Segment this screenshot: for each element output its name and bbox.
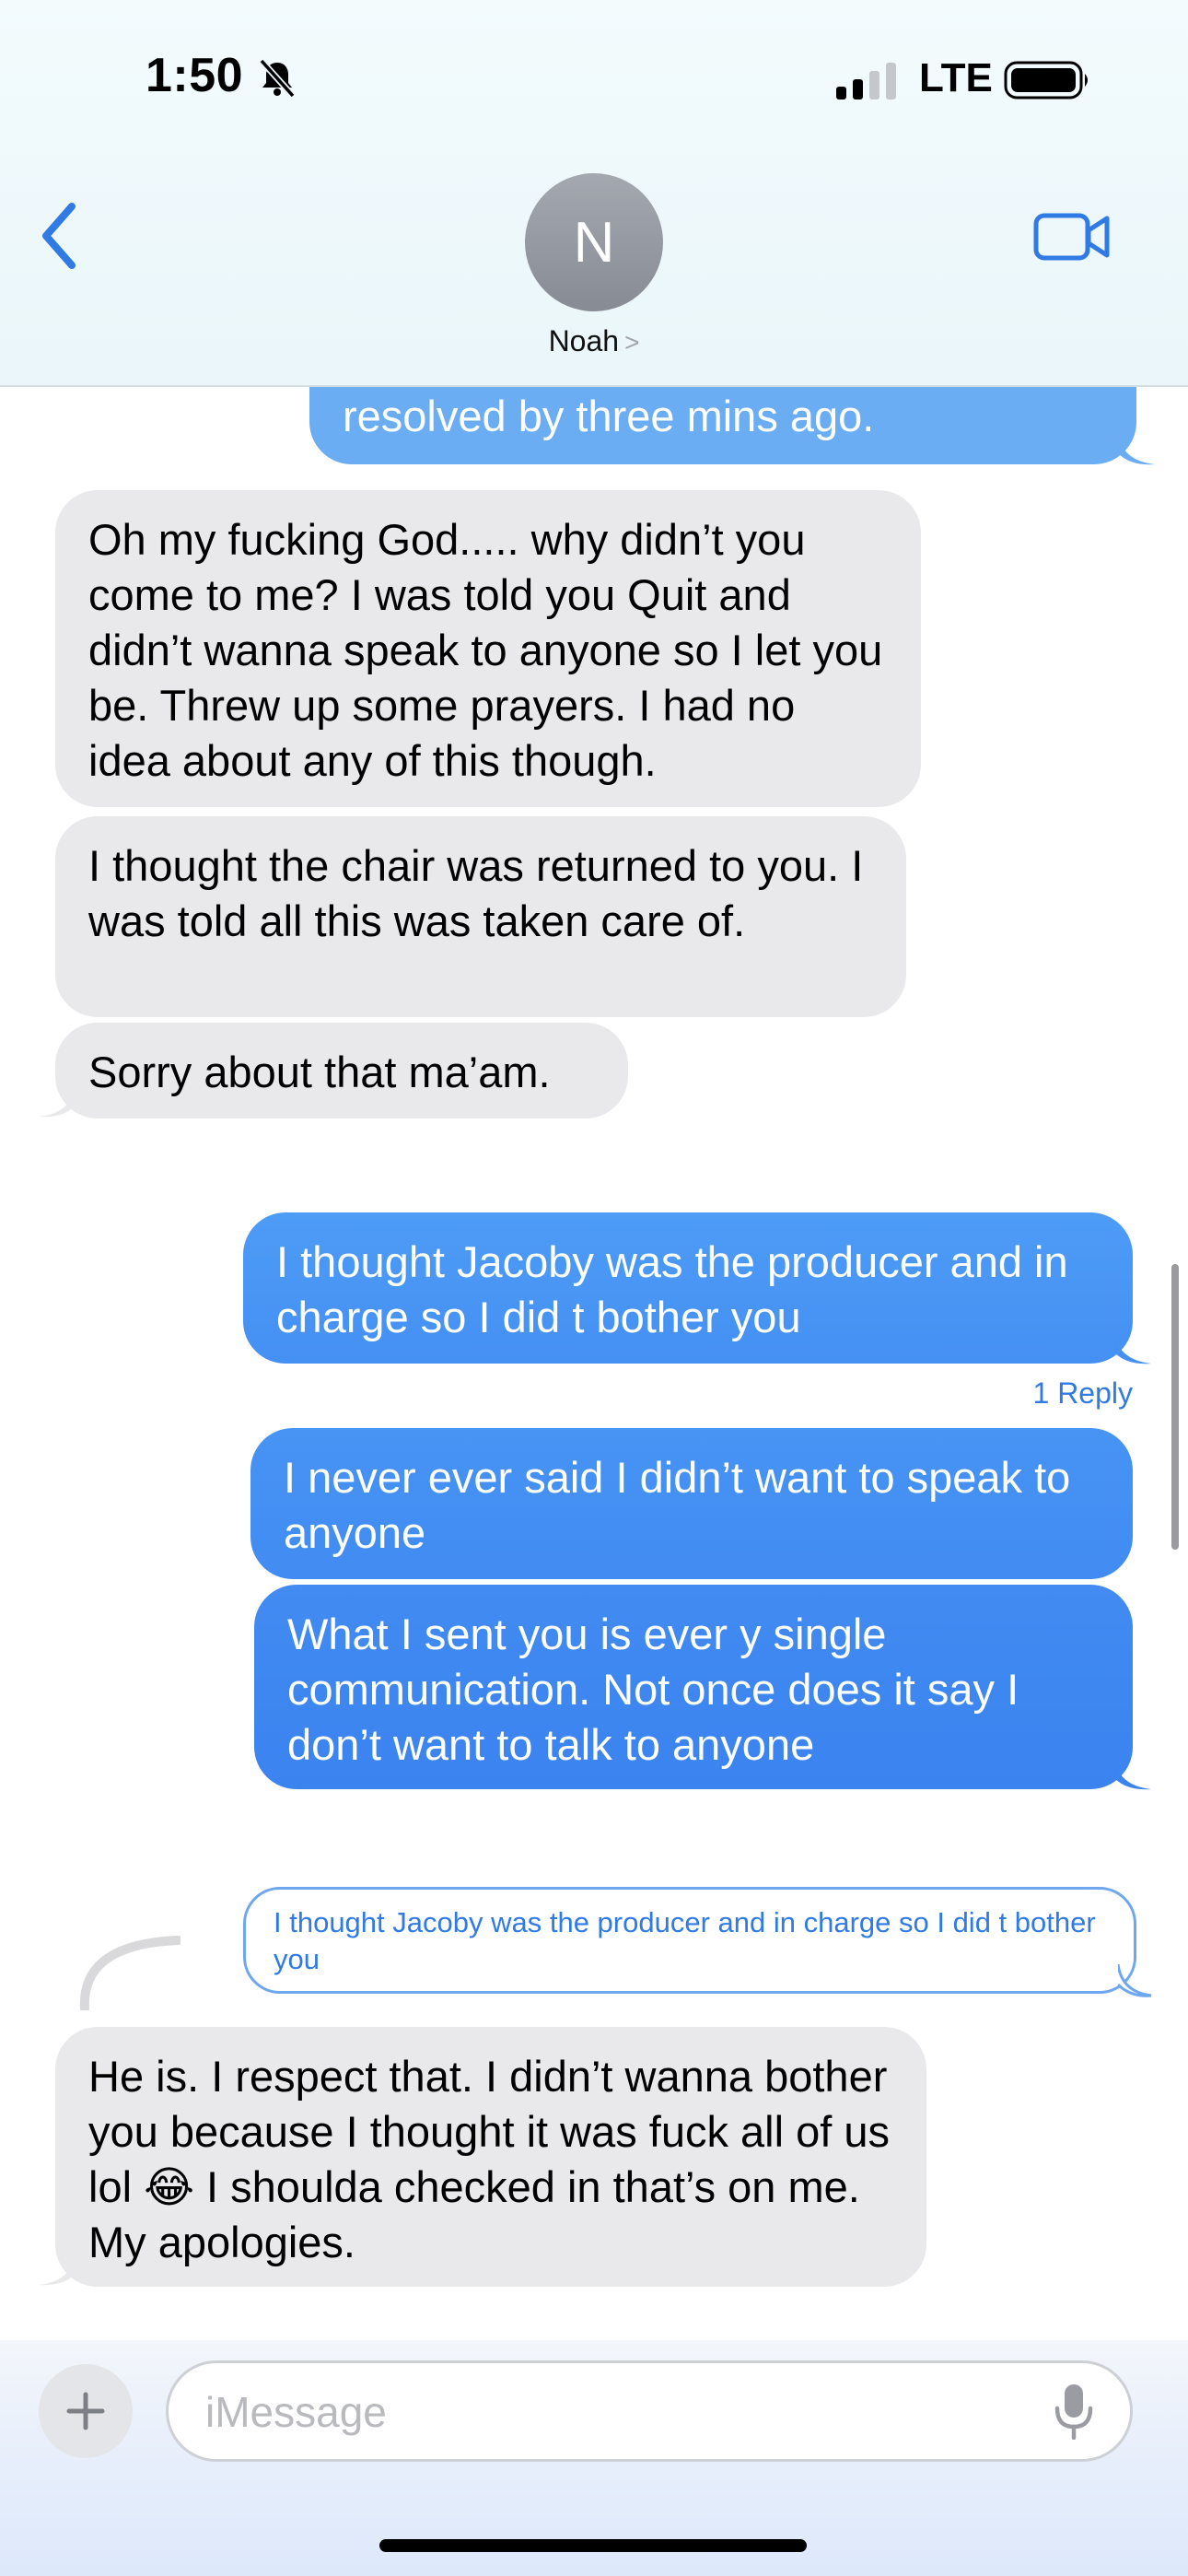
bubble-tail <box>1114 1758 1151 1790</box>
outgoing-message[interactable]: I thought Jacoby was the producer and in… <box>243 1212 1133 1364</box>
imessage-input[interactable]: iMessage <box>166 2360 1133 2462</box>
bell-slash-icon <box>259 58 296 99</box>
incoming-message[interactable]: Sorry about that ma’am. <box>55 1023 628 1118</box>
input-placeholder: iMessage <box>205 2388 387 2436</box>
outgoing-message[interactable]: I never ever said I didn’t want to speak… <box>250 1428 1133 1579</box>
avatar-initial: N <box>573 210 615 275</box>
conversation-header: 1:50 LTE N Noah > <box>0 0 1188 387</box>
bubble-tail <box>1118 1964 1152 1997</box>
microphone-icon[interactable] <box>1052 2383 1096 2440</box>
message-text: What I sent you is ever y single communi… <box>287 1610 1019 1769</box>
incoming-message[interactable]: He is. I respect that. I didn’t wanna bo… <box>55 2027 926 2287</box>
scroll-indicator[interactable] <box>1171 1264 1179 1550</box>
bubble-tail <box>39 2254 76 2286</box>
message-text: resolved by three mins ago. <box>343 392 875 440</box>
contact-name-button[interactable]: Noah > <box>0 324 1188 358</box>
quoted-text: I thought Jacoby was the producer and in… <box>274 1906 1096 1975</box>
thread-reply-count[interactable]: 1 Reply <box>1033 1376 1134 1411</box>
message-text: He is. I respect that. I didn’t wanna bo… <box>88 2052 891 2266</box>
contact-name: Noah <box>548 324 620 357</box>
message-text: Oh my fucking God..... why didn’t you co… <box>88 515 883 785</box>
incoming-message[interactable]: Oh my fucking God..... why didn’t you co… <box>55 490 921 807</box>
bubble-tail <box>39 1085 76 1118</box>
back-button[interactable] <box>37 197 83 275</box>
signal-icon <box>836 63 896 100</box>
chevron-right-icon: > <box>624 328 640 357</box>
bubble-tail <box>1114 1332 1151 1364</box>
message-text: Sorry about that ma’am. <box>88 1048 551 1096</box>
outgoing-message[interactable]: What I sent you is ever y single communi… <box>254 1585 1133 1789</box>
message-text: I never ever said I didn’t want to speak… <box>284 1453 1071 1557</box>
reply-connector-line <box>79 1936 181 2010</box>
bubble-tail <box>1118 433 1155 465</box>
video-camera-icon[interactable] <box>1033 210 1111 263</box>
contact-avatar[interactable]: N <box>525 173 663 311</box>
battery-icon <box>1004 61 1088 100</box>
incoming-message[interactable]: I thought the chair was returned to you.… <box>55 816 906 1017</box>
plus-button[interactable] <box>39 2364 133 2458</box>
home-indicator <box>379 2539 807 2552</box>
message-text: I thought the chair was returned to you.… <box>88 841 864 945</box>
status-time: 1:50 <box>146 49 244 102</box>
message-text: I thought Jacoby was the producer and in… <box>276 1237 1068 1341</box>
plus-icon <box>66 2392 105 2430</box>
quoted-reply-preview[interactable]: I thought Jacoby was the producer and in… <box>243 1887 1136 1994</box>
carrier-label: LTE <box>919 55 993 100</box>
